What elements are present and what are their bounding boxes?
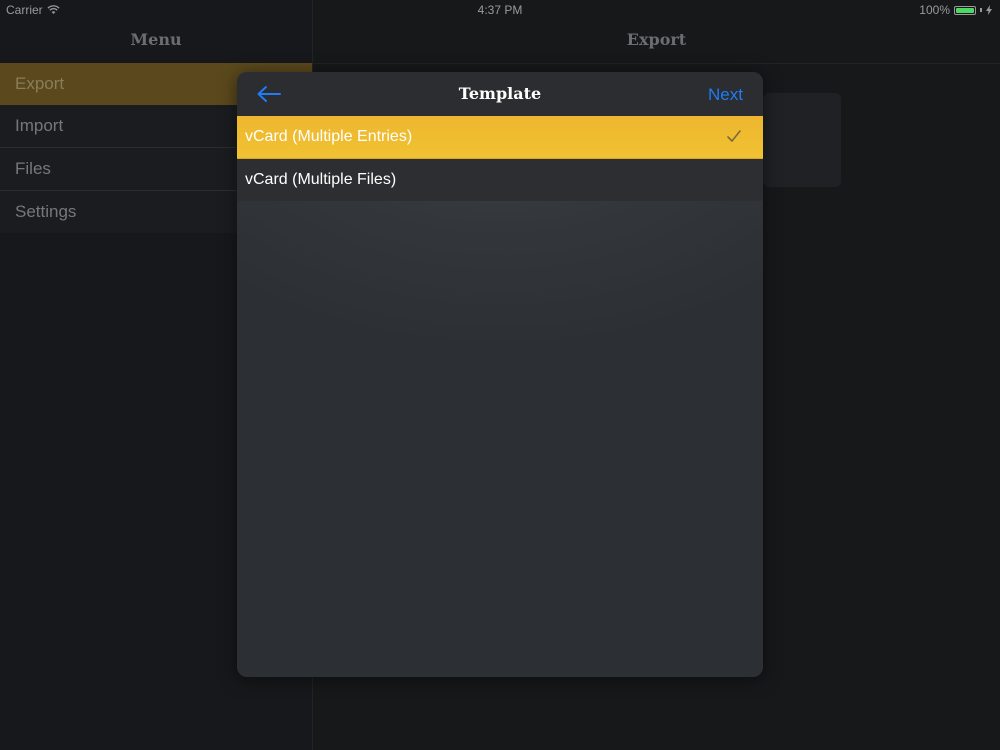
battery-tip — [980, 8, 982, 12]
template-option-multiple-files[interactable]: vCard (Multiple Files) — [237, 159, 763, 201]
battery-fill — [956, 7, 974, 13]
template-list: vCard (Multiple Entries) vCard (Multiple… — [237, 116, 763, 201]
battery-percent: 100% — [919, 3, 950, 17]
template-option-label: vCard (Multiple Files) — [245, 171, 397, 188]
status-bar: Carrier 4:37 PM 100% — [0, 0, 1000, 20]
battery-icon — [954, 5, 976, 15]
status-right: 100% — [919, 3, 992, 17]
template-option-multiple-entries[interactable]: vCard (Multiple Entries) — [237, 116, 763, 159]
modal-header: Template Next — [237, 72, 763, 116]
checkmark-icon — [727, 130, 741, 142]
template-modal: Template Next vCard (Multiple Entries) v… — [237, 72, 763, 677]
modal-title: Template — [458, 84, 542, 103]
status-time: 4:37 PM — [477, 3, 523, 17]
next-button[interactable]: Next — [708, 85, 743, 105]
charging-icon — [986, 5, 992, 15]
template-option-label: vCard (Multiple Entries) — [245, 128, 413, 145]
